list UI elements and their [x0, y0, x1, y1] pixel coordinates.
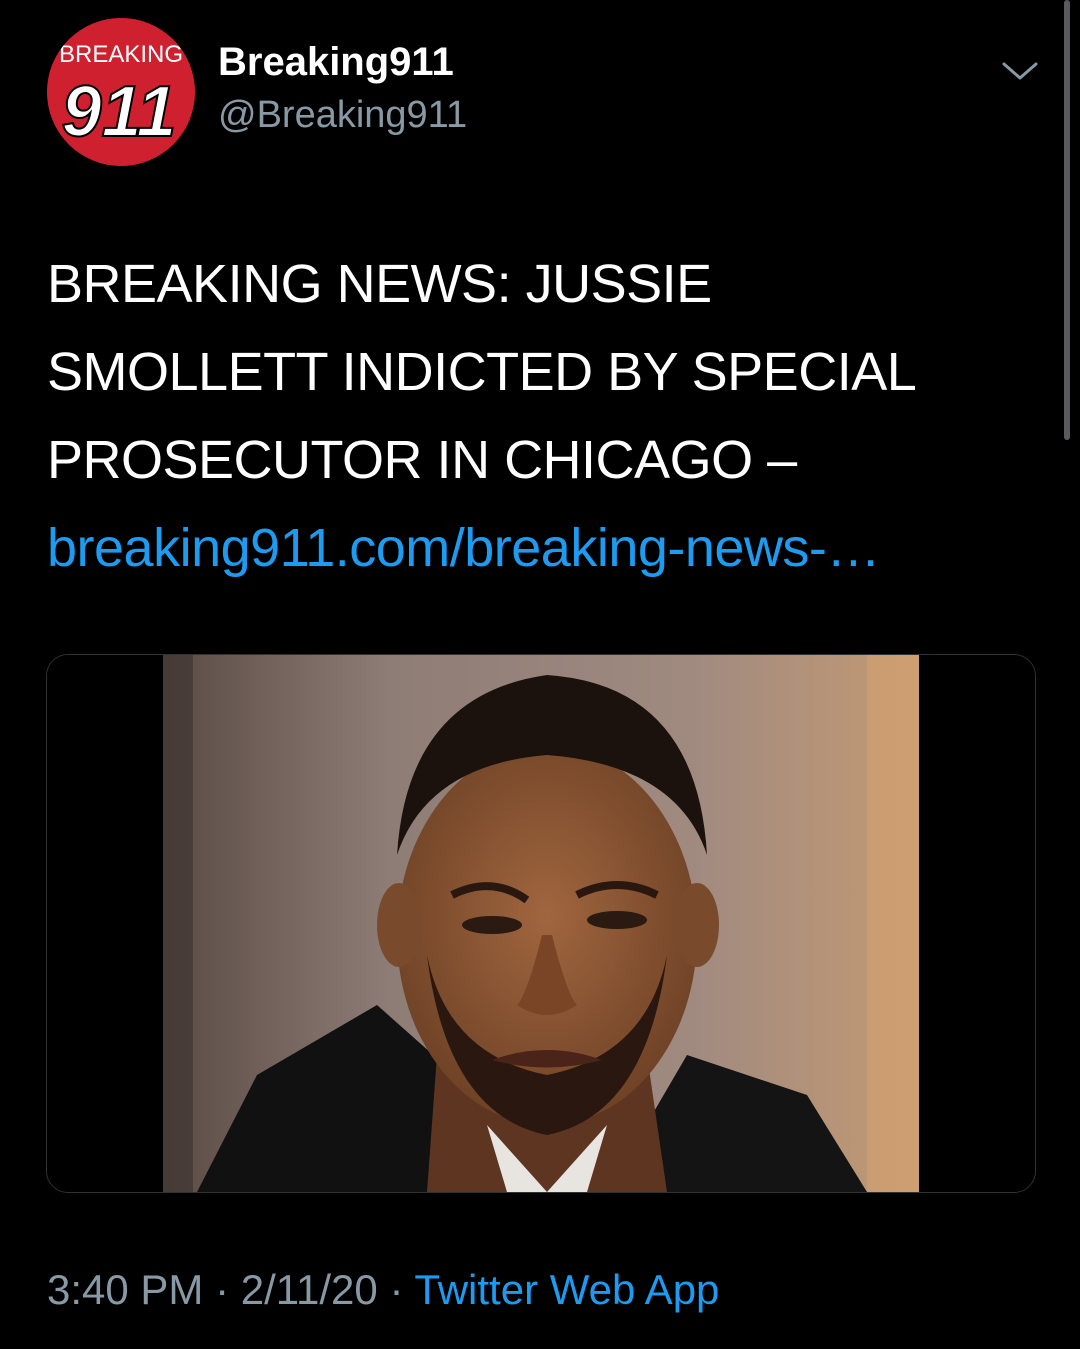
tweet-text-line: PROSECUTOR IN CHICAGO –	[47, 430, 797, 490]
chevron-down-icon[interactable]	[1000, 56, 1040, 86]
tweet-date: 2/11/20	[240, 1266, 378, 1313]
tweet-text-line: BREAKING NEWS: JUSSIE	[47, 254, 712, 314]
author-name[interactable]: Breaking911	[218, 40, 454, 85]
breaking911-logo: BREAKING 911	[47, 18, 195, 166]
logo-top-text: BREAKING	[59, 41, 183, 68]
logo-number: 911	[62, 72, 177, 152]
author-handle[interactable]: @Breaking911	[218, 94, 467, 137]
tweet-text: BREAKING NEWS: JUSSIE SMOLLETT INDICTED …	[47, 240, 1027, 592]
avatar[interactable]: BREAKING 911	[47, 18, 195, 166]
meta-separator: ·	[389, 1266, 404, 1313]
tweet-text-line: SMOLLETT INDICTED BY SPECIAL	[47, 342, 917, 402]
scrollbar[interactable]	[1064, 0, 1070, 440]
tweet-meta: 3:40 PM · 2/11/20 · Twitter Web App	[47, 1266, 719, 1314]
tweet-media-image[interactable]	[46, 654, 1036, 1193]
tweet-link[interactable]: breaking911.com/breaking-news-…	[47, 504, 1027, 592]
tweet-source-link[interactable]: Twitter Web App	[414, 1266, 719, 1313]
meta-separator: ·	[215, 1266, 230, 1313]
tweet-time: 3:40 PM	[47, 1266, 204, 1313]
photo-of-man	[47, 655, 1035, 1192]
